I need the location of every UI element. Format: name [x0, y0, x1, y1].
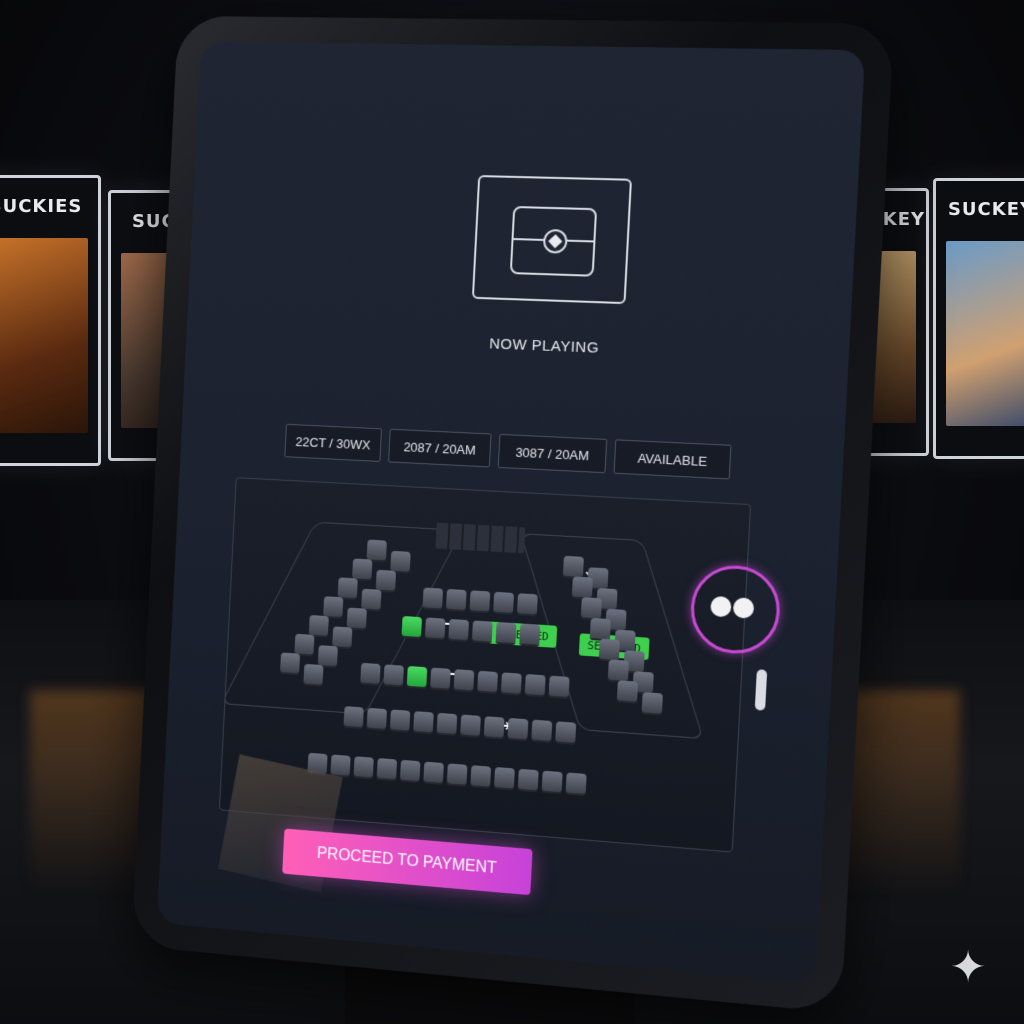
seat-selected[interactable] [407, 666, 428, 687]
zoom-knob-icon[interactable] [710, 596, 732, 618]
cinema-screen-indicator [435, 523, 525, 554]
cinema-scene: SUCKIES SUCKEY SUCKEY SUCKEY NOW PLAYING… [0, 0, 1024, 1024]
seat[interactable] [566, 772, 587, 794]
kiosk-frame: NOW PLAYING 22CT / 30WX 2087 / 20AM 3087… [131, 16, 894, 1013]
seat[interactable] [493, 592, 514, 613]
seat[interactable] [454, 669, 475, 690]
ticket-emblem [543, 229, 568, 254]
seat[interactable] [413, 711, 434, 732]
poster-header: SUCKIES [0, 196, 98, 217]
seat[interactable] [383, 664, 403, 685]
seat[interactable] [590, 618, 611, 639]
seat[interactable] [294, 634, 314, 655]
seat[interactable] [303, 664, 323, 685]
seat[interactable] [367, 708, 387, 729]
seat[interactable] [423, 587, 444, 608]
seat[interactable] [518, 769, 539, 791]
seat[interactable] [508, 718, 529, 739]
seat[interactable] [338, 577, 358, 598]
seat[interactable] [599, 639, 620, 660]
seat[interactable] [484, 716, 505, 737]
seat[interactable] [367, 540, 387, 561]
seat[interactable] [470, 765, 491, 786]
seat[interactable] [494, 767, 515, 788]
seat[interactable] [496, 622, 517, 643]
ticket-shape [510, 206, 597, 277]
seat[interactable] [361, 589, 381, 610]
seat[interactable] [390, 551, 410, 572]
seat[interactable] [437, 713, 458, 734]
showtime-option[interactable]: 2087 / 20AM [388, 429, 492, 468]
showtime-option[interactable]: AVAILABLE [614, 439, 732, 479]
seat[interactable] [377, 758, 397, 779]
seat[interactable] [400, 760, 420, 781]
background-poster: SUCKEY [933, 178, 1024, 459]
seat[interactable] [555, 721, 576, 743]
seat[interactable] [460, 715, 481, 736]
now-playing-heading: NOW PLAYING [445, 334, 645, 359]
seat[interactable] [323, 596, 343, 617]
seat-selected[interactable] [402, 616, 422, 637]
showtime-selector: 22CT / 30WX 2087 / 20AM 3087 / 20AM AVAI… [284, 424, 846, 487]
scroll-handle[interactable] [755, 669, 768, 711]
seat[interactable] [549, 676, 570, 697]
seat[interactable] [572, 576, 593, 597]
seat[interactable] [318, 645, 338, 666]
seat[interactable] [446, 589, 467, 610]
seat[interactable] [309, 615, 329, 636]
seat[interactable] [280, 652, 300, 673]
seat[interactable] [447, 763, 468, 784]
background-poster: SUCKIES [0, 175, 101, 466]
seat[interactable] [477, 671, 498, 692]
seat[interactable] [352, 558, 372, 579]
seat[interactable] [501, 672, 522, 693]
seat[interactable] [347, 608, 367, 629]
zoom-knob-icon[interactable] [733, 597, 755, 619]
seat[interactable] [525, 674, 546, 695]
seat[interactable] [448, 619, 469, 640]
seat[interactable] [425, 617, 446, 638]
seat[interactable] [517, 593, 538, 614]
cinema-ticket-icon [472, 175, 632, 304]
showtime-option[interactable]: 3087 / 20AM [498, 434, 608, 473]
seat[interactable] [531, 720, 552, 741]
seat[interactable] [376, 570, 396, 591]
seat[interactable] [563, 556, 584, 577]
seat[interactable] [390, 709, 410, 730]
seat[interactable] [344, 706, 364, 727]
seat[interactable] [330, 754, 350, 775]
seat[interactable] [642, 692, 663, 714]
poster-art [946, 241, 1024, 426]
seat[interactable] [472, 620, 493, 641]
seat[interactable] [423, 762, 444, 783]
zoom-control[interactable] [689, 563, 782, 656]
seat[interactable] [581, 597, 602, 618]
seat[interactable] [519, 623, 540, 644]
seat[interactable] [360, 663, 380, 684]
showtime-option[interactable]: 22CT / 30WX [284, 424, 382, 462]
seat[interactable] [430, 668, 451, 689]
seat[interactable] [608, 659, 629, 681]
sparkle-icon: ✦ [945, 945, 991, 991]
seat[interactable] [332, 626, 352, 647]
seat[interactable] [470, 590, 491, 611]
kiosk-screen: NOW PLAYING 22CT / 30WX 2087 / 20AM 3087… [157, 41, 865, 983]
poster-art [0, 238, 88, 433]
seat[interactable] [542, 771, 563, 793]
seat[interactable] [354, 756, 374, 777]
seat[interactable] [617, 680, 638, 702]
poster-header: SUCKEY [936, 199, 1024, 220]
